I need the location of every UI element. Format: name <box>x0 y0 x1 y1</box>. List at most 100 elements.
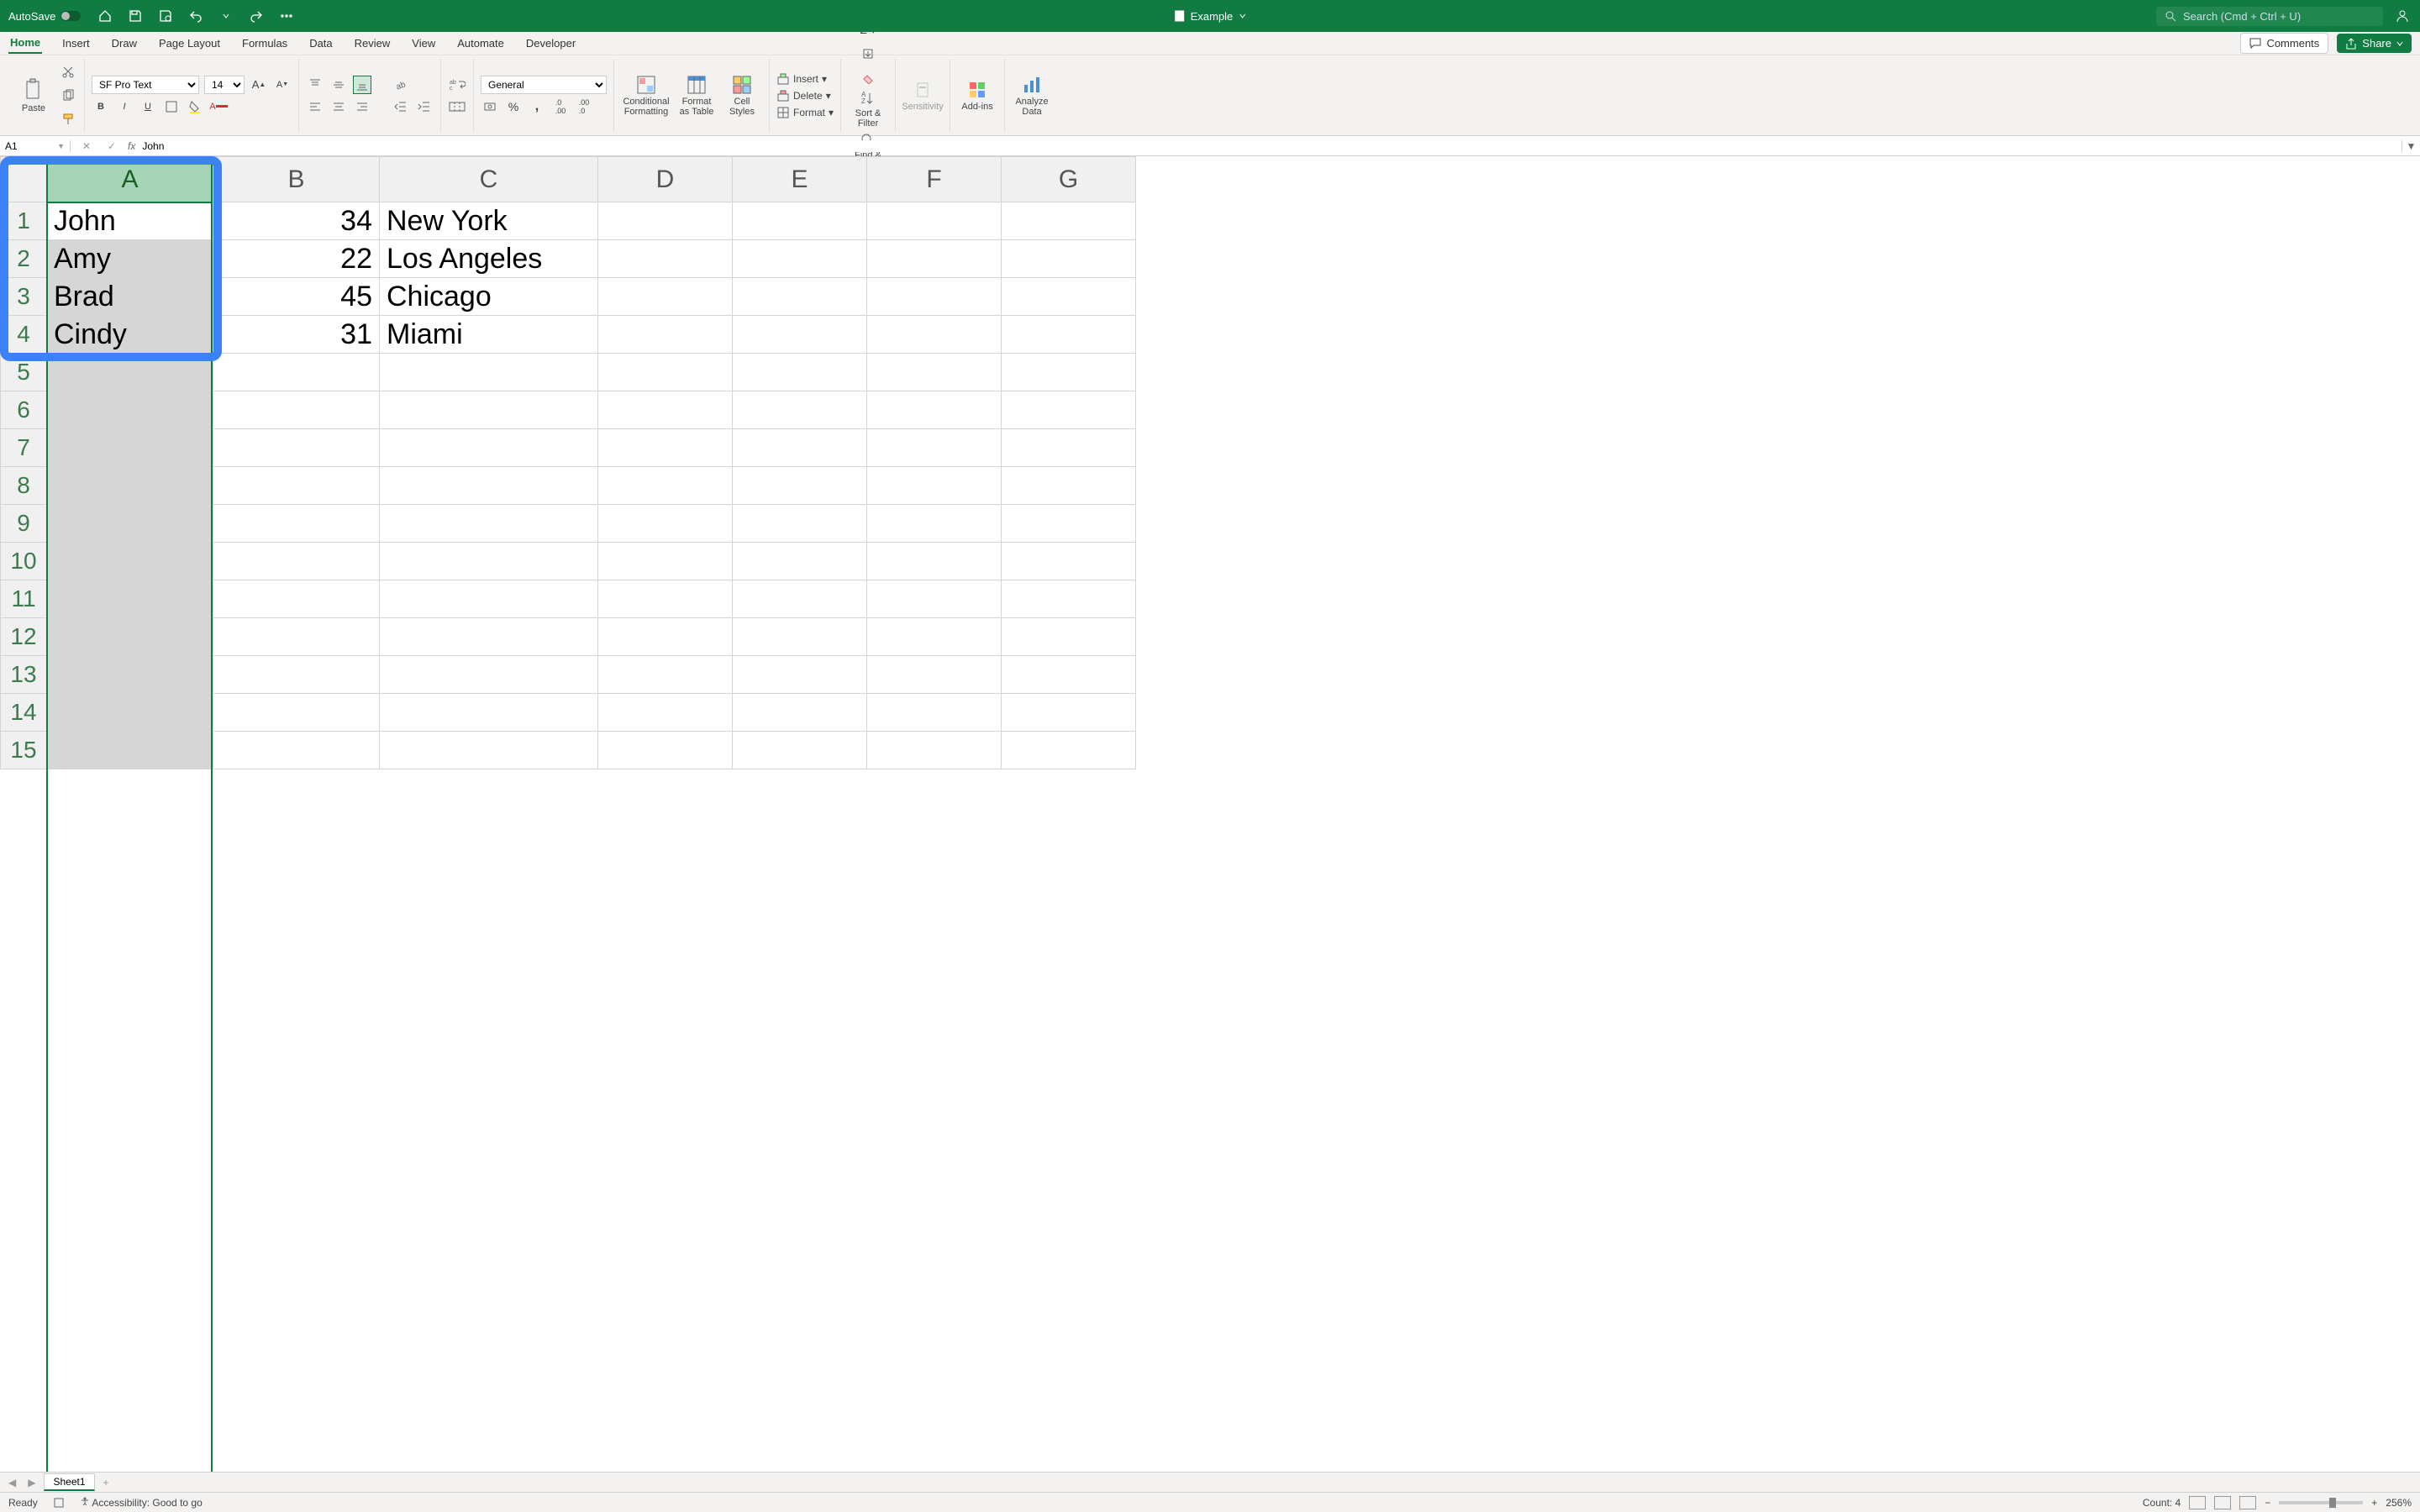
cell-A3[interactable]: Brad <box>47 278 213 316</box>
align-right-icon[interactable] <box>353 97 371 116</box>
cell-B12[interactable] <box>213 618 380 656</box>
insert-cells-button[interactable]: Insert ▾ <box>776 72 834 86</box>
cell-G4[interactable] <box>1002 316 1136 354</box>
cell-C9[interactable] <box>380 505 598 543</box>
row-header-14[interactable]: 14 <box>1 694 47 732</box>
cell-C3[interactable]: Chicago <box>380 278 598 316</box>
cell-A10[interactable] <box>47 543 213 580</box>
cell-B15[interactable] <box>213 732 380 769</box>
font-color-icon[interactable]: A <box>209 97 228 116</box>
cell-A5[interactable] <box>47 354 213 391</box>
cell-E4[interactable] <box>733 316 867 354</box>
cell-A8[interactable] <box>47 467 213 505</box>
cell-C13[interactable] <box>380 656 598 694</box>
cell-E3[interactable] <box>733 278 867 316</box>
undo-icon[interactable] <box>187 7 205 25</box>
cell-D4[interactable] <box>598 316 733 354</box>
cell-B3[interactable]: 45 <box>213 278 380 316</box>
cancel-formula-icon[interactable]: ✕ <box>77 137 96 155</box>
accessibility-status[interactable]: Accessibility: Good to go <box>80 1496 203 1509</box>
cell-B2[interactable]: 22 <box>213 240 380 278</box>
autosave-history-icon[interactable] <box>156 7 175 25</box>
format-as-table-button[interactable]: Format as Table <box>676 75 717 117</box>
cell-D3[interactable] <box>598 278 733 316</box>
sheet-nav-prev-icon[interactable]: ◀ <box>5 1477 19 1488</box>
cell-F11[interactable] <box>867 580 1002 618</box>
cell-G11[interactable] <box>1002 580 1136 618</box>
cell-B14[interactable] <box>213 694 380 732</box>
row-header-7[interactable]: 7 <box>1 429 47 467</box>
zoom-out-icon[interactable]: − <box>2265 1497 2270 1509</box>
cell-C10[interactable] <box>380 543 598 580</box>
orientation-icon[interactable]: ab <box>392 76 410 94</box>
cell-A12[interactable] <box>47 618 213 656</box>
select-all-corner[interactable] <box>1 157 47 202</box>
view-page-layout-icon[interactable] <box>2214 1496 2231 1509</box>
spreadsheet-grid[interactable]: ABCDEFG1John34New York2Amy22Los Angeles3… <box>0 156 2420 1472</box>
cell-A9[interactable] <box>47 505 213 543</box>
cell-G5[interactable] <box>1002 354 1136 391</box>
cell-E5[interactable] <box>733 354 867 391</box>
column-header-E[interactable]: E <box>733 157 867 202</box>
clear-icon[interactable] <box>859 68 877 87</box>
cell-D11[interactable] <box>598 580 733 618</box>
cell-F15[interactable] <box>867 732 1002 769</box>
sort-filter-button[interactable]: AZ Sort & Filter <box>848 90 888 129</box>
tab-data[interactable]: Data <box>308 34 334 53</box>
cell-E10[interactable] <box>733 543 867 580</box>
cell-F8[interactable] <box>867 467 1002 505</box>
toggle-switch-icon[interactable] <box>60 11 81 21</box>
cell-E6[interactable] <box>733 391 867 429</box>
cell-C14[interactable] <box>380 694 598 732</box>
cell-B13[interactable] <box>213 656 380 694</box>
cell-C1[interactable]: New York <box>380 202 598 240</box>
formula-input[interactable] <box>142 140 2395 152</box>
copy-icon[interactable] <box>59 87 77 105</box>
view-normal-icon[interactable] <box>2189 1496 2206 1509</box>
cell-D1[interactable] <box>598 202 733 240</box>
cell-G7[interactable] <box>1002 429 1136 467</box>
cell-F13[interactable] <box>867 656 1002 694</box>
row-header-10[interactable]: 10 <box>1 543 47 580</box>
cell-D14[interactable] <box>598 694 733 732</box>
cell-A15[interactable] <box>47 732 213 769</box>
tab-draw[interactable]: Draw <box>110 34 139 53</box>
column-header-D[interactable]: D <box>598 157 733 202</box>
cell-G12[interactable] <box>1002 618 1136 656</box>
row-header-4[interactable]: 4 <box>1 316 47 354</box>
cell-G3[interactable] <box>1002 278 1136 316</box>
cell-E9[interactable] <box>733 505 867 543</box>
tab-view[interactable]: View <box>410 34 437 53</box>
cell-F9[interactable] <box>867 505 1002 543</box>
paste-button[interactable]: Paste <box>13 78 54 113</box>
cell-B9[interactable] <box>213 505 380 543</box>
number-format-select[interactable]: General <box>481 76 607 94</box>
border-icon[interactable] <box>162 97 181 116</box>
cell-E14[interactable] <box>733 694 867 732</box>
cell-D8[interactable] <box>598 467 733 505</box>
merge-cells-icon[interactable] <box>448 97 466 116</box>
cell-A1[interactable]: John <box>47 202 213 240</box>
cell-A2[interactable]: Amy <box>47 240 213 278</box>
cell-B4[interactable]: 31 <box>213 316 380 354</box>
cell-E15[interactable] <box>733 732 867 769</box>
cell-D2[interactable] <box>598 240 733 278</box>
cell-B11[interactable] <box>213 580 380 618</box>
view-page-break-icon[interactable] <box>2239 1496 2256 1509</box>
cell-G8[interactable] <box>1002 467 1136 505</box>
addins-button[interactable]: Add-ins <box>957 80 997 112</box>
increase-font-icon[interactable]: A▲ <box>250 76 268 94</box>
cell-G9[interactable] <box>1002 505 1136 543</box>
decrease-indent-icon[interactable] <box>392 97 410 116</box>
sheet-tab-active[interactable]: Sheet1 <box>44 1473 94 1491</box>
undo-dropdown-icon[interactable] <box>217 7 235 25</box>
cell-E1[interactable] <box>733 202 867 240</box>
cell-D15[interactable] <box>598 732 733 769</box>
align-middle-icon[interactable] <box>329 76 348 94</box>
align-center-icon[interactable] <box>329 97 348 116</box>
fx-label[interactable]: fx <box>128 140 135 152</box>
search-box[interactable]: Search (Cmd + Ctrl + U) <box>2156 7 2383 26</box>
cell-E13[interactable] <box>733 656 867 694</box>
column-header-A[interactable]: A <box>47 157 213 202</box>
cell-F12[interactable] <box>867 618 1002 656</box>
